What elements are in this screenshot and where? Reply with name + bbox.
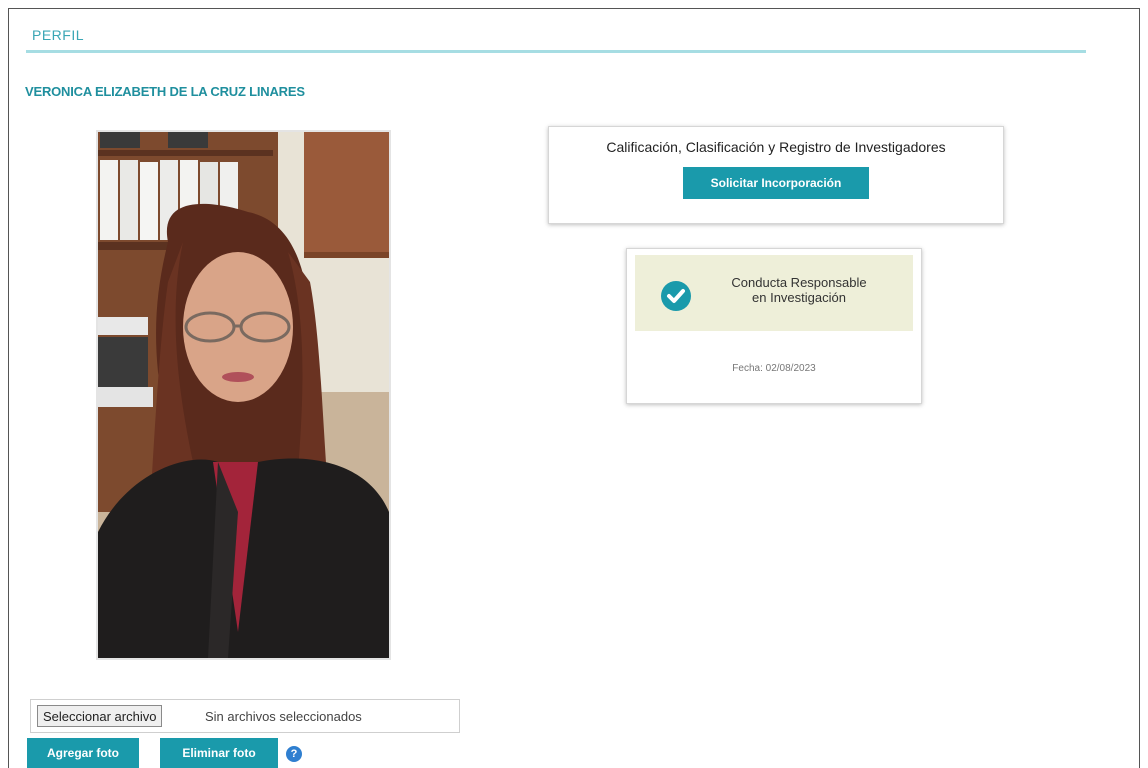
title-divider xyxy=(26,50,1086,53)
responsible-conduct-line2: en Investigación xyxy=(752,290,846,305)
certificate-date: Fecha: 02/08/2023 xyxy=(732,363,816,374)
profile-name: VERONICA ELIZABETH DE LA CRUZ LINARES xyxy=(25,84,305,99)
file-input[interactable]: Seleccionar archivo Sin archivos selecci… xyxy=(30,699,460,733)
delete-photo-button[interactable]: Eliminar foto xyxy=(160,738,278,768)
responsible-conduct-card: Conducta Responsable en Investigación Fe… xyxy=(626,248,922,404)
choose-file-button[interactable]: Seleccionar archivo xyxy=(37,705,163,727)
responsible-conduct-badge: Conducta Responsable en Investigación xyxy=(635,255,913,331)
responsible-conduct-line1: Conducta Responsable xyxy=(731,275,867,290)
section-title: PERFIL xyxy=(32,27,85,43)
check-circle-icon xyxy=(661,281,691,311)
request-incorporation-button[interactable]: Solicitar Incorporación xyxy=(683,167,869,199)
responsible-conduct-text: Conducta Responsable en Investigación xyxy=(699,275,899,305)
file-status-text: Sin archivos seleccionados xyxy=(205,709,362,724)
add-photo-button[interactable]: Agregar foto xyxy=(27,738,139,768)
researcher-registry-card: Calificación, Clasificación y Registro d… xyxy=(548,126,1004,224)
help-icon[interactable]: ? xyxy=(286,746,302,762)
profile-photo xyxy=(96,130,391,660)
registry-card-title: Calificación, Clasificación y Registro d… xyxy=(606,139,946,155)
